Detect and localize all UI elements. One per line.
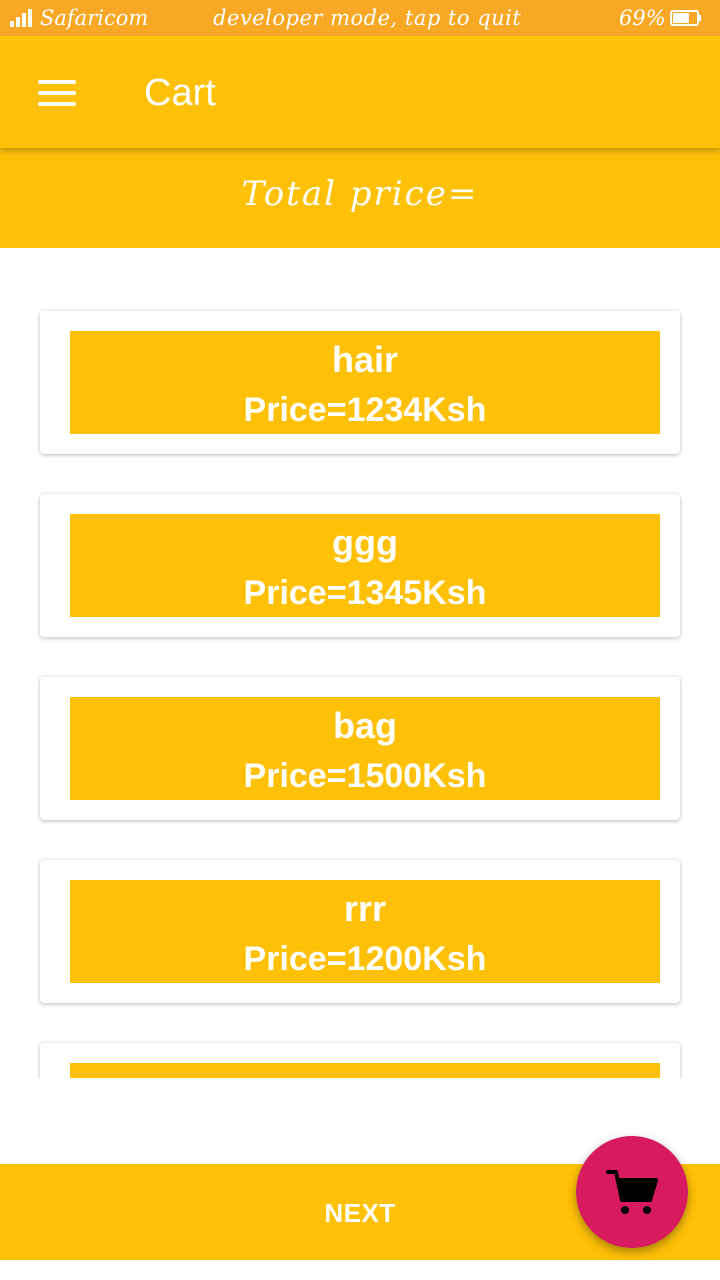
signal-icon	[10, 9, 32, 27]
cart-item-card[interactable]: hair Price=1234Ksh	[40, 311, 680, 454]
battery-icon	[670, 10, 701, 26]
app-bar: Cart	[0, 36, 720, 148]
total-price-label: Total price=	[241, 174, 479, 214]
page-title: Cart	[144, 72, 216, 114]
cart-item-card[interactable]: bag Price=1500Ksh	[40, 677, 680, 820]
cart-item-banner: ggg Price=1345Ksh	[70, 514, 660, 617]
status-bar: Safaricom developer mode, tap to quit 69…	[0, 0, 720, 36]
carrier: Safaricom	[10, 6, 148, 30]
cart-item-banner: bag Price=1500Ksh	[70, 697, 660, 800]
cart-item-card[interactable]: rrr Price=1200Ksh	[40, 860, 680, 1003]
battery-percent: 69%	[619, 6, 666, 30]
cart-item-card[interactable]	[40, 1043, 680, 1078]
cart-item-card[interactable]: ggg Price=1345Ksh	[40, 494, 680, 637]
cart-item-banner: hair Price=1234Ksh	[70, 331, 660, 434]
cart-list[interactable]: hair Price=1234Ksh ggg Price=1345Ksh bag…	[0, 248, 720, 1078]
cart-item-price: Price=1500Ksh	[243, 757, 487, 795]
cart-item-price: Price=1234Ksh	[243, 391, 487, 429]
developer-mode-notice[interactable]: developer mode, tap to quit	[213, 6, 521, 30]
hamburger-menu-icon[interactable]	[38, 80, 76, 106]
cart-item-price: Price=1345Ksh	[243, 574, 487, 612]
cart-item-name: ggg	[332, 522, 398, 563]
cart-item-name: rrr	[343, 888, 387, 929]
cart-item-name: bag	[332, 705, 397, 746]
total-price-bar: Total price=	[0, 148, 720, 248]
cart-item-name: hair	[331, 339, 399, 380]
cart-fab-button[interactable]	[576, 1136, 688, 1248]
cart-item-banner: rrr Price=1200Ksh	[70, 880, 660, 983]
cart-item-banner	[70, 1063, 660, 1078]
shopping-cart-icon	[606, 1170, 658, 1214]
cart-item-price: Price=1200Ksh	[243, 940, 487, 978]
carrier-label: Safaricom	[40, 6, 149, 30]
